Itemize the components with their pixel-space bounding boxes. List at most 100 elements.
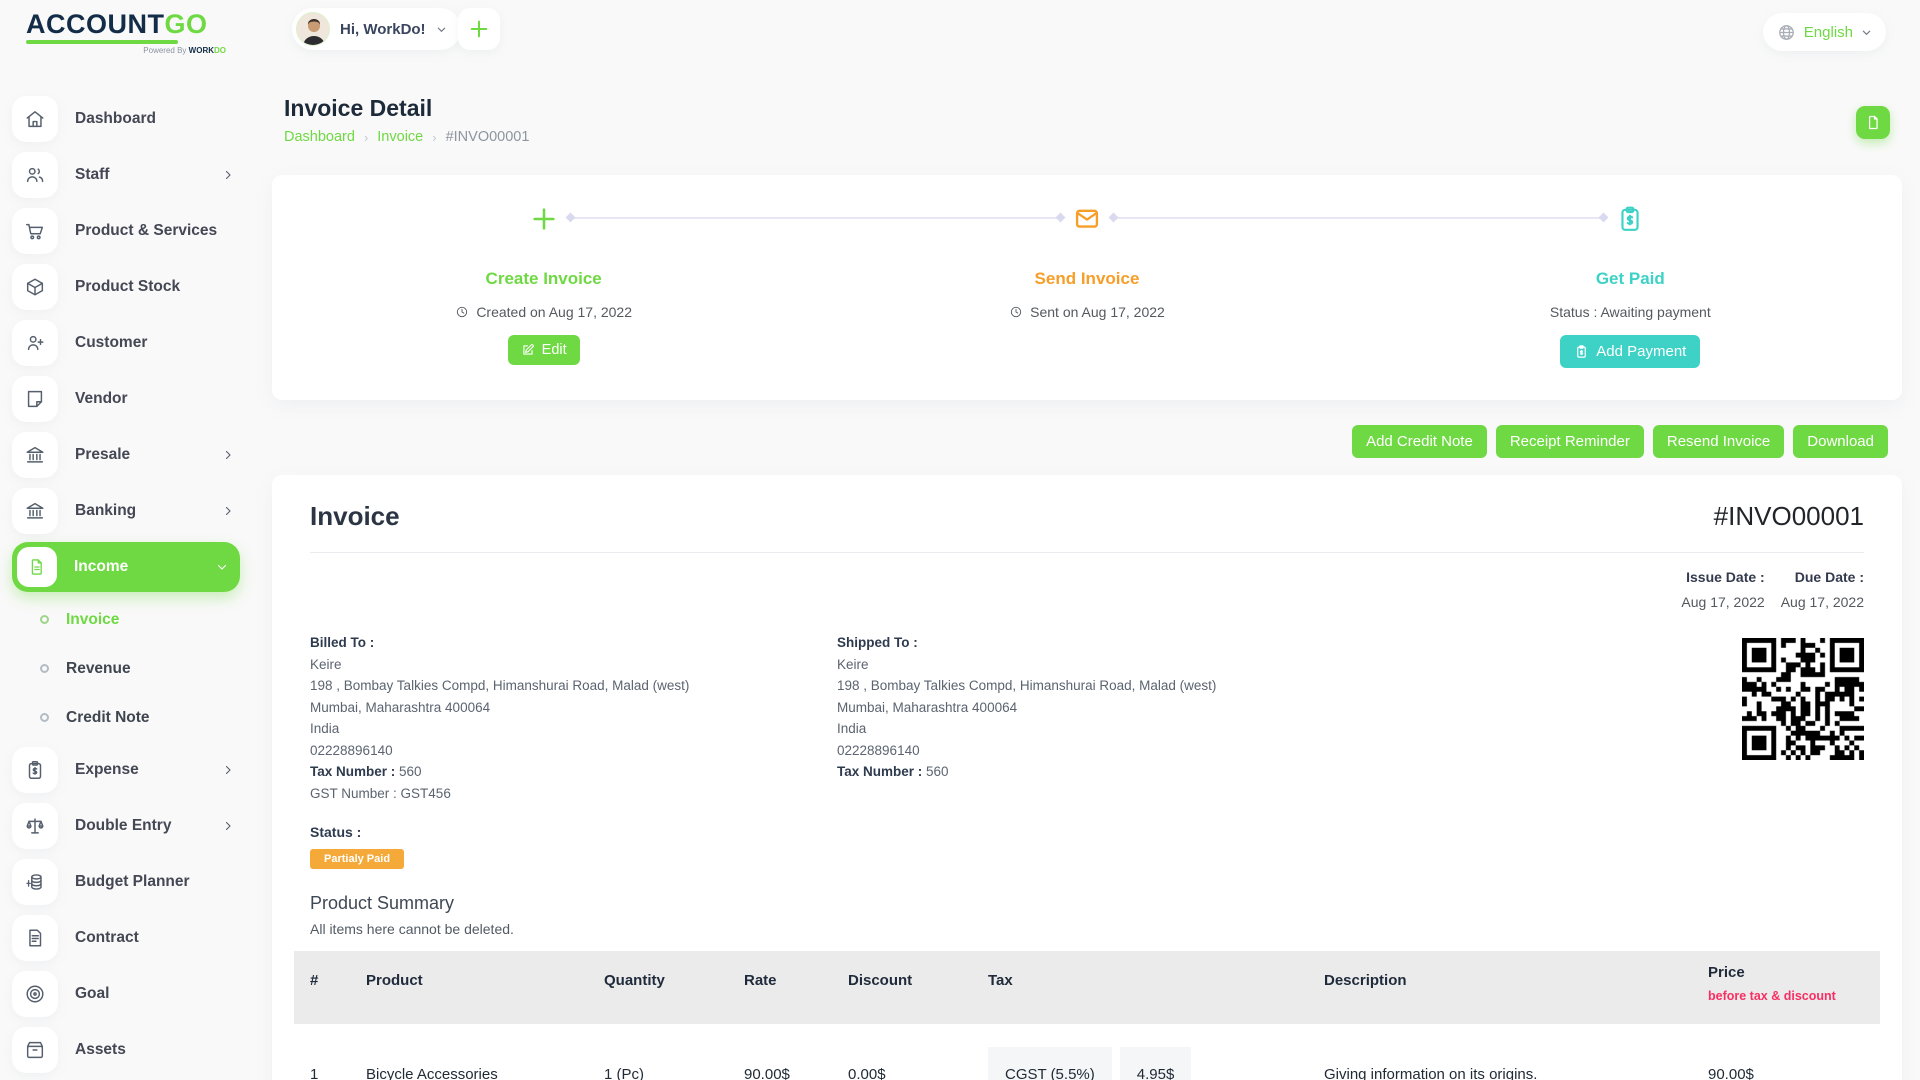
step-get-paid: Get Paid Status : Awaiting payment Add P… bbox=[1359, 205, 1902, 400]
chevron-down-icon bbox=[436, 24, 447, 35]
invoice-number: #INVO00001 bbox=[1714, 501, 1864, 532]
contract-file-icon bbox=[12, 915, 58, 961]
sidebar-item-vendor[interactable]: Vendor bbox=[12, 374, 246, 424]
invoice-heading: Invoice bbox=[310, 501, 400, 532]
invoice-card: Invoice #INVO00001 Issue Date : Aug 17, … bbox=[272, 475, 1902, 1080]
plus-icon bbox=[530, 205, 558, 233]
pencil-icon bbox=[521, 343, 535, 357]
breadcrumb-link-dashboard[interactable]: Dashboard bbox=[284, 129, 355, 145]
divider bbox=[310, 552, 1864, 553]
user-plus-icon bbox=[12, 320, 58, 366]
table-row: 1 Bicycle Accessories 1 (Pc) 90.00$ 0.00… bbox=[294, 1024, 1880, 1080]
sidebar-item-staff[interactable]: Staff bbox=[12, 150, 246, 200]
col-header-price: Price before tax & discount bbox=[1692, 951, 1880, 1024]
archive-icon bbox=[12, 1027, 58, 1073]
sidebar-item-label: Budget Planner bbox=[75, 873, 190, 891]
sidebar-item-banking[interactable]: Banking bbox=[12, 486, 246, 536]
resend-invoice-button[interactable]: Resend Invoice bbox=[1653, 425, 1784, 458]
sidebar-item-product-stock[interactable]: Product Stock bbox=[12, 262, 246, 312]
sidebar-item-expense[interactable]: Expense bbox=[12, 745, 246, 795]
app-logo: ACCOUNTGO Powered By WORKDO bbox=[26, 10, 226, 55]
clipboard-icon bbox=[1574, 344, 1589, 359]
invoice-file-icon bbox=[17, 547, 57, 587]
clock-icon bbox=[455, 305, 469, 319]
breadcrumb-link-invoice[interactable]: Invoice bbox=[377, 129, 423, 145]
table-header-row: # Product Quantity Rate Discount Tax Des… bbox=[294, 951, 1880, 1024]
money-clipboard-icon bbox=[1617, 205, 1643, 233]
col-header-tax: Tax bbox=[972, 951, 1308, 1024]
tax-number-label: Tax Number : bbox=[310, 764, 395, 779]
document-icon bbox=[1865, 114, 1882, 131]
col-header-discount: Discount bbox=[832, 951, 972, 1024]
scales-icon bbox=[12, 803, 58, 849]
language-selector[interactable]: English bbox=[1763, 13, 1886, 51]
export-invoice-button[interactable] bbox=[1856, 106, 1890, 139]
cell-product: Bicycle Accessories bbox=[350, 1024, 588, 1080]
sidebar-item-dashboard[interactable]: Dashboard bbox=[12, 94, 246, 144]
chevron-separator: › bbox=[432, 130, 436, 145]
col-header-quantity: Quantity bbox=[588, 951, 728, 1024]
cell-description: Giving information on its origins. bbox=[1308, 1024, 1692, 1080]
step-status-text: Created on Aug 17, 2022 bbox=[476, 304, 632, 320]
sidebar-item-credit-note[interactable]: Credit Note bbox=[40, 696, 260, 739]
sidebar-item-revenue[interactable]: Revenue bbox=[40, 647, 260, 690]
step-connector bbox=[569, 217, 1062, 219]
product-summary-title: Product Summary bbox=[310, 893, 1864, 914]
sidebar-item-label: Product & Services bbox=[75, 222, 217, 240]
sidebar-item-income[interactable]: Income bbox=[12, 542, 240, 592]
step-status-text: Status : Awaiting payment bbox=[1550, 304, 1711, 320]
sidebar-item-budget-planner[interactable]: Budget Planner bbox=[12, 857, 246, 907]
clipboard-dollar-icon bbox=[12, 747, 58, 793]
sidebar-item-contract[interactable]: Contract bbox=[12, 913, 246, 963]
sidebar-item-label: Contract bbox=[75, 929, 139, 947]
chevron-right-icon bbox=[222, 764, 234, 776]
sidebar-item-label: Income bbox=[74, 558, 128, 576]
quick-add-button[interactable] bbox=[458, 8, 500, 50]
gst-number-label: GST Number : bbox=[310, 786, 397, 801]
page-title: Invoice Detail bbox=[284, 95, 1890, 122]
plus-icon bbox=[468, 18, 490, 40]
sidebar-subitem-label: Credit Note bbox=[66, 709, 150, 727]
sidebar-item-label: Goal bbox=[75, 985, 109, 1003]
tax-number-label: Tax Number : bbox=[837, 764, 922, 779]
sidebar-subitem-label: Invoice bbox=[66, 611, 119, 629]
receipt-reminder-button[interactable]: Receipt Reminder bbox=[1496, 425, 1644, 458]
tax-number-value: 560 bbox=[399, 764, 422, 779]
download-button[interactable]: Download bbox=[1793, 425, 1888, 458]
bullet-icon bbox=[40, 664, 49, 673]
tax-number-value: 560 bbox=[926, 764, 949, 779]
add-payment-button[interactable]: Add Payment bbox=[1560, 335, 1700, 368]
chevron-right-icon bbox=[222, 505, 234, 517]
user-menu[interactable]: Hi, WorkDo! bbox=[292, 8, 461, 50]
sidebar-item-presale[interactable]: Presale bbox=[12, 430, 246, 480]
sidebar-item-goal[interactable]: Goal bbox=[12, 969, 246, 1019]
edit-button[interactable]: Edit bbox=[508, 335, 580, 365]
sidebar-item-invoice[interactable]: Invoice bbox=[40, 598, 260, 641]
sidebar-item-label: Product Stock bbox=[75, 278, 180, 296]
sidebar-item-label: Vendor bbox=[75, 390, 128, 408]
sidebar-item-label: Banking bbox=[75, 502, 136, 520]
product-summary-note: All items here cannot be deleted. bbox=[310, 921, 1864, 937]
price-note: before tax & discount bbox=[1708, 989, 1864, 1003]
coins-icon bbox=[12, 859, 58, 905]
sidebar-item-customer[interactable]: Customer bbox=[12, 318, 246, 368]
chevron-down-icon bbox=[216, 561, 228, 573]
issue-date-value: Aug 17, 2022 bbox=[1681, 594, 1764, 610]
add-credit-note-button[interactable]: Add Credit Note bbox=[1352, 425, 1487, 458]
shipped-to-label: Shipped To : bbox=[837, 632, 1742, 654]
note-icon bbox=[12, 376, 58, 422]
sidebar-item-assets[interactable]: Assets bbox=[12, 1025, 246, 1075]
col-header-description: Description bbox=[1308, 951, 1692, 1024]
step-title: Send Invoice bbox=[1035, 269, 1140, 289]
bank-icon bbox=[12, 488, 58, 534]
due-date-label: Due Date : bbox=[1781, 569, 1864, 585]
sidebar-item-double-entry[interactable]: Double Entry bbox=[12, 801, 246, 851]
breadcrumb-current: #INVO00001 bbox=[446, 129, 530, 145]
sidebar-item-product-services[interactable]: Product & Services bbox=[12, 206, 246, 256]
shipped-to-block: Shipped To : Keire 198 , Bombay Talkies … bbox=[837, 632, 1742, 804]
step-create-invoice: Create Invoice Created on Aug 17, 2022 E… bbox=[272, 205, 815, 400]
invoice-actions: Add Credit Note Receipt Reminder Resend … bbox=[272, 425, 1888, 458]
status-label: Status : bbox=[310, 824, 1864, 840]
powered-by-text: Powered By bbox=[143, 46, 186, 55]
product-table: # Product Quantity Rate Discount Tax Des… bbox=[294, 951, 1880, 1080]
